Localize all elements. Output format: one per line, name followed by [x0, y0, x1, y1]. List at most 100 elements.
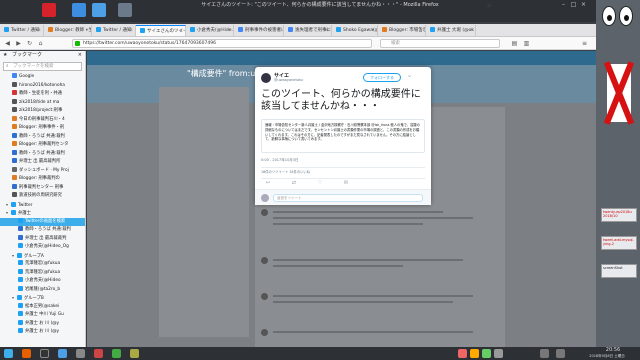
bookmark-item[interactable]: 弁護士 お 川 (@y [0, 328, 85, 337]
favicon-icon [18, 268, 23, 274]
bookmark-item[interactable]: Twitterの画面を検索 [0, 217, 85, 226]
tab-close-icon[interactable]: × [469, 25, 473, 36]
bookmark-item[interactable]: 教師・生徒を利・共通 [0, 90, 85, 99]
terminal-icon[interactable] [40, 349, 49, 358]
browser-tab[interactable]: Twitter / 通知 × [0, 25, 44, 36]
browser-tab[interactable]: 弁護士 大堀 (@ok × [426, 25, 476, 36]
minimize-icon[interactable]: – [560, 1, 567, 8]
bookmark-item[interactable]: 松本正男(@sakei [0, 302, 85, 312]
browser-tab[interactable]: Blogger: 市場告示 × [378, 25, 426, 36]
tab-close-icon[interactable]: × [37, 25, 41, 36]
app-launcher-folder-icon[interactable] [92, 3, 106, 17]
home-icon[interactable]: ⌂ [36, 39, 45, 48]
reply-input[interactable]: 返信をツイート [273, 194, 423, 202]
bookmark-item[interactable]: 弁護士 中川 Yuji Gu [0, 311, 85, 320]
app-launcher-blue-icon[interactable] [72, 3, 86, 17]
bookmark-item[interactable]: ダッシュボード · My Proj [0, 166, 85, 176]
bookmark-item[interactable]: Blogger: 刑事事件・刑 [0, 124, 85, 133]
app-launcher-red-icon[interactable] [42, 3, 56, 17]
bookmark-folder[interactable]: ▾ Twitter [0, 201, 85, 210]
forward-icon[interactable]: ▶ [14, 39, 23, 48]
sidebar-close-icon[interactable]: × [78, 51, 82, 60]
bookmark-folder[interactable]: ▾ 弁護士 [0, 209, 85, 218]
tray-icon[interactable] [458, 349, 467, 358]
back-icon[interactable]: ◀ [3, 39, 12, 48]
app-launcher-window-icon[interactable] [118, 3, 132, 17]
url-field[interactable]: https://twitter.com/uwaoyonetoku/status/… [72, 39, 372, 48]
files-icon[interactable] [58, 349, 67, 358]
bookmark-item[interactable]: zik2018/tide at ma [0, 98, 85, 108]
bookmark-item[interactable]: 弁護士 お 川 (@y [0, 319, 85, 329]
tab-close-icon[interactable]: × [419, 25, 423, 36]
like-icon[interactable]: ♡ [317, 180, 323, 186]
bookmark-item[interactable]: 弁理士 出 最高裁判所 [0, 158, 85, 167]
user-handle[interactable]: @uwaoyonetoku [274, 78, 303, 82]
browser-tab[interactable]: Shoko Egawa(@ × [332, 25, 378, 36]
app-icon[interactable] [130, 349, 139, 358]
nav-bar: ◀ ▶ ↻ ⌂ https://twitter.com/uwaoyonetoku… [0, 37, 596, 50]
retweet-icon[interactable]: ⇄ [291, 180, 297, 186]
bookmark-item[interactable]: 鉄道技術の周研究研究 [0, 192, 85, 201]
firefox-icon[interactable] [22, 349, 31, 358]
bookmark-item[interactable]: 荒澤隆宏(@fukua [0, 260, 85, 269]
browser-tab[interactable]: 逸失理者で刑事になる× [284, 25, 332, 36]
close-icon[interactable]: × [580, 1, 587, 8]
bookmark-search-input[interactable]: ⌕ ブックマークを検索 [3, 62, 82, 71]
bookmark-item[interactable]: 刑事裁判センター 刑事 [0, 183, 85, 193]
browser-tab[interactable]: 小倉秀夫(@Hide... × [186, 25, 234, 36]
menu-icon[interactable]: ≡ [580, 39, 589, 48]
search-field[interactable]: 検索 [380, 39, 500, 48]
message-icon[interactable]: ✉ [343, 180, 349, 186]
bookmark-item[interactable]: 今日の刑事裁判石川・4 [0, 115, 85, 125]
tweet-timestamp[interactable]: 0:00 - 2017年10月3日 [261, 158, 298, 163]
sidebar-icon[interactable]: ▥ [522, 39, 531, 48]
desktop-tile[interactable]: twenty-ep2018u 2018/10 [601, 208, 637, 222]
browser-tab[interactable]: Blogger: 教師・生 × [44, 25, 92, 36]
tray-icon[interactable] [470, 349, 479, 358]
bookmark-item[interactable]: 小倉秀夫(@Hideo [0, 277, 85, 286]
app-icon[interactable] [112, 349, 121, 358]
volume-icon[interactable] [556, 349, 565, 358]
browser-tab[interactable]: 刑事事件の被害者に × [234, 25, 284, 36]
more-icon[interactable]: ⌄ [407, 72, 412, 79]
tab-close-icon[interactable]: × [129, 25, 133, 36]
tab-close-icon[interactable]: × [85, 25, 89, 36]
library-icon[interactable]: ▤ [510, 39, 519, 48]
bookmark-item[interactable]: 荒澤隆宏(@fukua [0, 268, 85, 278]
maximize-icon[interactable]: □ [570, 1, 577, 8]
bookmark-item[interactable]: 岩尾隆(@ta2ro_b [0, 285, 85, 295]
bookmark-item[interactable]: Blogger: 刑事裁判センタ [0, 141, 85, 150]
avatar[interactable] [261, 73, 271, 83]
bookmark-item[interactable]: 教師・ろうば 共通:裁判 [0, 149, 85, 159]
bookmark-folder[interactable]: ▾ グループA [0, 252, 85, 261]
bookmark-item[interactable]: 小倉秀夫(@Hideo_Og [0, 243, 85, 252]
browser-tab[interactable]: サイエさんのツイー × [136, 25, 186, 36]
desktop-tile[interactable]: screenShot [601, 264, 637, 278]
tab-close-icon[interactable]: × [371, 25, 375, 36]
browser-tab[interactable]: Twitter / 通知 × [92, 25, 136, 36]
tray-icon[interactable] [494, 349, 503, 358]
tab-close-icon[interactable]: × [325, 25, 329, 36]
follow-button[interactable]: フォローする [363, 73, 401, 82]
network-icon[interactable] [540, 349, 549, 358]
bookmark-folder[interactable]: ▾ グループB [0, 294, 85, 303]
reload-icon[interactable]: ↻ [25, 39, 34, 48]
tab-close-icon[interactable]: × [277, 25, 281, 36]
new-tab-button[interactable]: + [484, 1, 494, 12]
bookmark-item[interactable]: 教師・ろうば 共通:裁判 [0, 226, 85, 235]
tab-close-icon[interactable]: × [179, 26, 183, 36]
bookmark-item[interactable]: Blogger: 刑事裁判の [0, 175, 85, 184]
desktop-tile[interactable]: tweet-add-mysql-ying-2 [601, 236, 637, 250]
quoted-tweet[interactable]: 速報・市場告知センター新人弁護士 / 金沢地方検察庁 · 石川県警察本部 @Is… [261, 119, 425, 153]
kde-menu-icon[interactable] [4, 349, 13, 358]
bookmark-item[interactable]: 教師・ろうば 共通:裁判 [0, 132, 85, 142]
app-icon[interactable] [94, 349, 103, 358]
bookmark-item[interactable]: 弁理士 出 最高裁裁判 [0, 234, 85, 244]
tab-close-icon[interactable]: × [227, 25, 231, 36]
bookmark-item[interactable]: hirono2016/kotonoha [0, 81, 85, 91]
bookmark-item[interactable]: zik2018/project:刑事 [0, 107, 85, 116]
editor-icon[interactable] [76, 349, 85, 358]
bookmark-item[interactable]: Google [0, 73, 85, 82]
reply-icon[interactable]: ↩ [265, 180, 271, 186]
tray-icon[interactable] [482, 349, 491, 358]
